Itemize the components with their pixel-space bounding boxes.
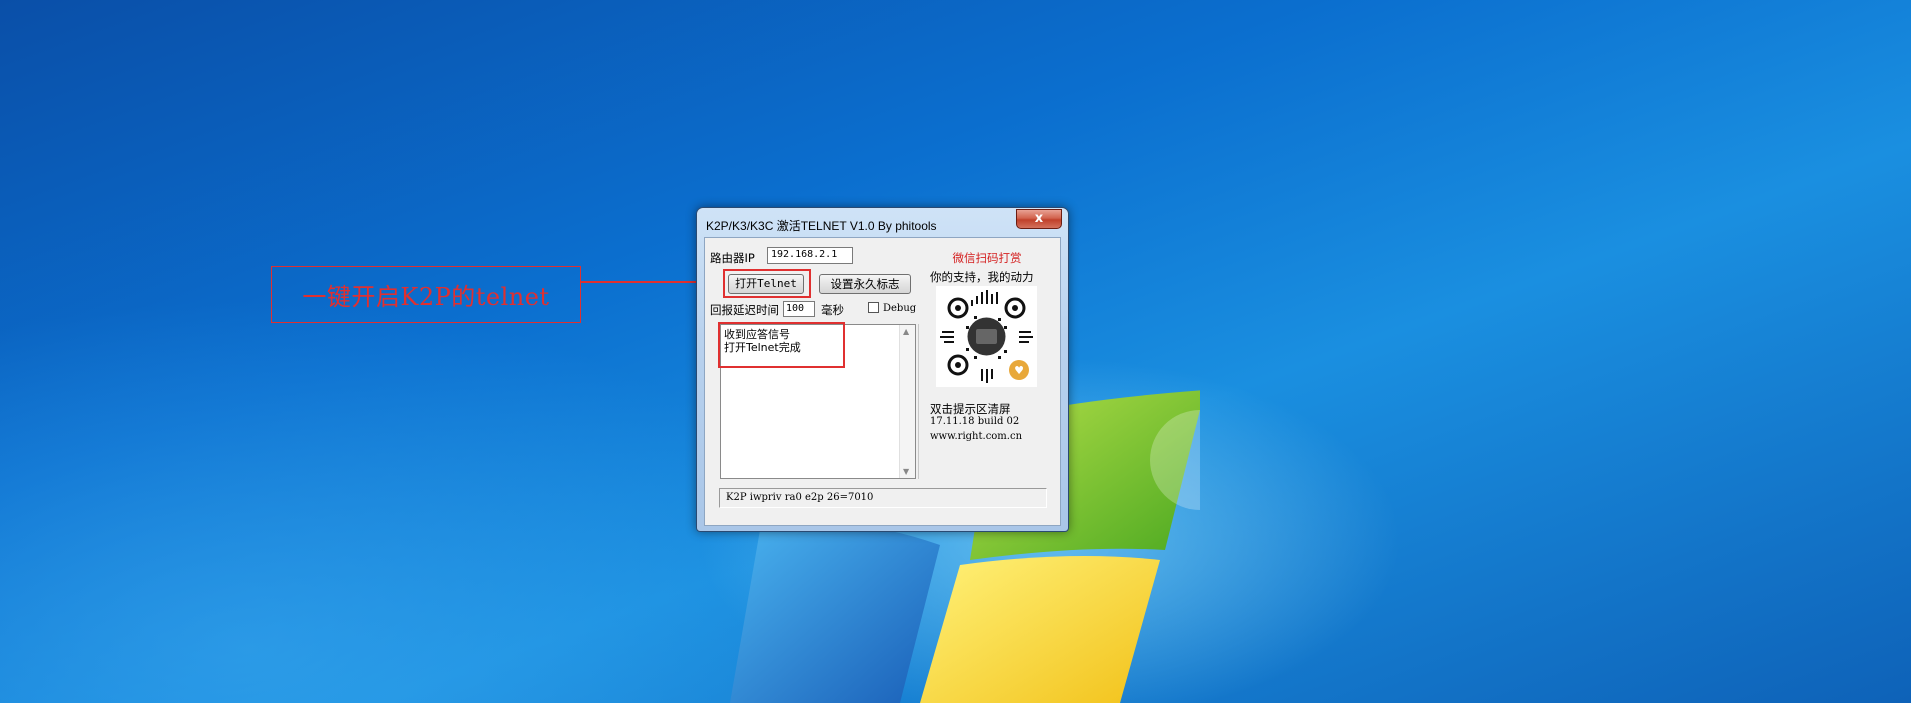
scroll-up-icon[interactable]: ▲ xyxy=(903,327,909,336)
close-icon: x xyxy=(1034,211,1044,226)
clear-hint: 双击提示区清屏 xyxy=(930,402,1011,416)
close-button[interactable]: x xyxy=(1016,209,1062,229)
set-permanent-flag-button[interactable]: 设置永久标志 xyxy=(819,274,911,294)
delay-unit-label: 毫秒 xyxy=(821,303,844,317)
title-bar[interactable]: K2P/K3/K3C 激活TELNET V1.0 By phitools x xyxy=(697,208,1068,236)
website-link[interactable]: www.right.com.cn xyxy=(930,431,1022,442)
qr-code-icon: ♥ xyxy=(936,286,1037,387)
donate-title: 微信扫码打赏 xyxy=(952,251,1022,265)
window-title: K2P/K3/K3C 激活TELNET V1.0 By phitools xyxy=(706,219,937,233)
delay-input[interactable]: 100 xyxy=(783,301,815,317)
version-label: 17.11.18 build 02 xyxy=(930,416,1020,427)
scroll-down-icon[interactable]: ▼ xyxy=(903,467,909,476)
router-ip-input[interactable]: 192.168.2.1 xyxy=(767,247,853,264)
annotation-text: 一键开启K2P的telnet xyxy=(302,283,550,311)
debug-checkbox[interactable] xyxy=(868,302,879,313)
open-telnet-button[interactable]: 打开Telnet xyxy=(728,274,804,294)
router-ip-label: 路由器IP xyxy=(710,251,755,265)
telnet-activator-window: K2P/K3/K3C 激活TELNET V1.0 By phitools x 路… xyxy=(696,207,1069,532)
annotation-box: 一键开启K2P的telnet xyxy=(271,266,581,323)
donate-subtitle: 你的支持，我的动力 xyxy=(930,270,1034,284)
status-bar: K2P iwpriv ra0 e2p 26=7010 xyxy=(719,488,1047,508)
divider xyxy=(918,324,919,479)
window-client-area: 路由器IP 192.168.2.1 打开Telnet 设置永久标志 回报延迟时间… xyxy=(704,237,1061,526)
svg-text:♥: ♥ xyxy=(1014,364,1024,377)
log-highlight xyxy=(718,322,845,368)
log-scrollbar[interactable]: ▲ ▼ xyxy=(899,325,915,478)
debug-label: Debug xyxy=(883,303,917,314)
delay-label: 回报延迟时间 xyxy=(710,303,779,317)
